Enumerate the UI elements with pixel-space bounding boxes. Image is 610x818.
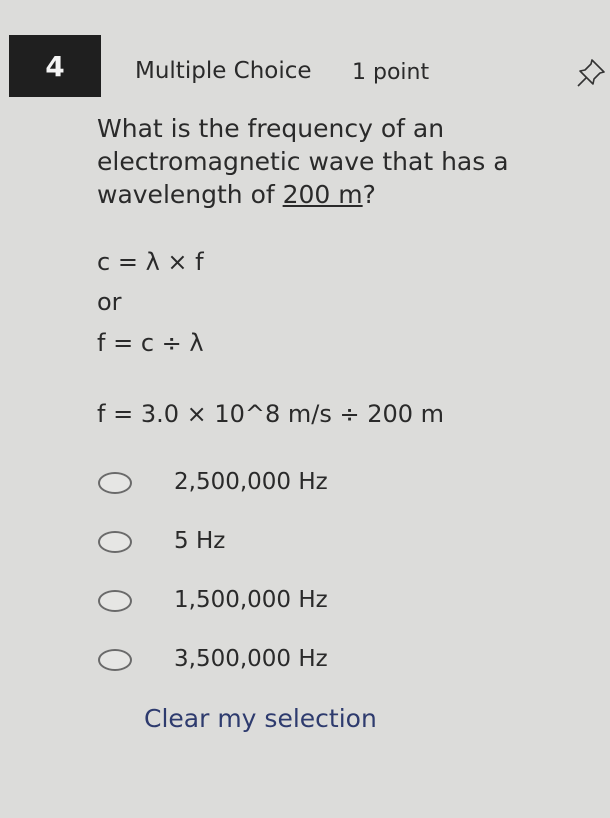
question-text-underlined: 200 m [282,180,363,209]
radio-button[interactable] [98,472,132,494]
pin-icon[interactable] [574,56,608,90]
radio-button[interactable] [98,590,132,612]
option-label[interactable]: 5 Hz [174,528,225,554]
radio-button[interactable] [98,649,132,671]
question-points: 1 point [352,60,430,85]
formula-line-1: c = λ × f [97,248,204,276]
option-2[interactable]: 5 Hz [98,525,225,559]
question-text-after: ? [362,180,376,209]
option-label[interactable]: 3,500,000 Hz [174,646,328,672]
question-number: 4 [9,35,101,97]
formula-calculation: f = 3.0 × 10^8 m/s ÷ 200 m [97,400,445,428]
option-4[interactable]: 3,500,000 Hz [98,643,328,677]
question-text: What is the frequency of an electromagne… [97,112,567,211]
option-label[interactable]: 1,500,000 Hz [174,587,328,613]
formula-line-2: f = c ÷ λ [97,329,204,357]
clear-selection-link[interactable]: Clear my selection [144,704,377,733]
question-number-text: 4 [45,49,65,83]
question-type: Multiple Choice [135,58,312,84]
option-label[interactable]: 2,500,000 Hz [174,469,328,495]
option-1[interactable]: 2,500,000 Hz [98,466,328,500]
radio-button[interactable] [98,531,132,553]
formula-or: or [97,288,122,316]
option-3[interactable]: 1,500,000 Hz [98,584,328,618]
